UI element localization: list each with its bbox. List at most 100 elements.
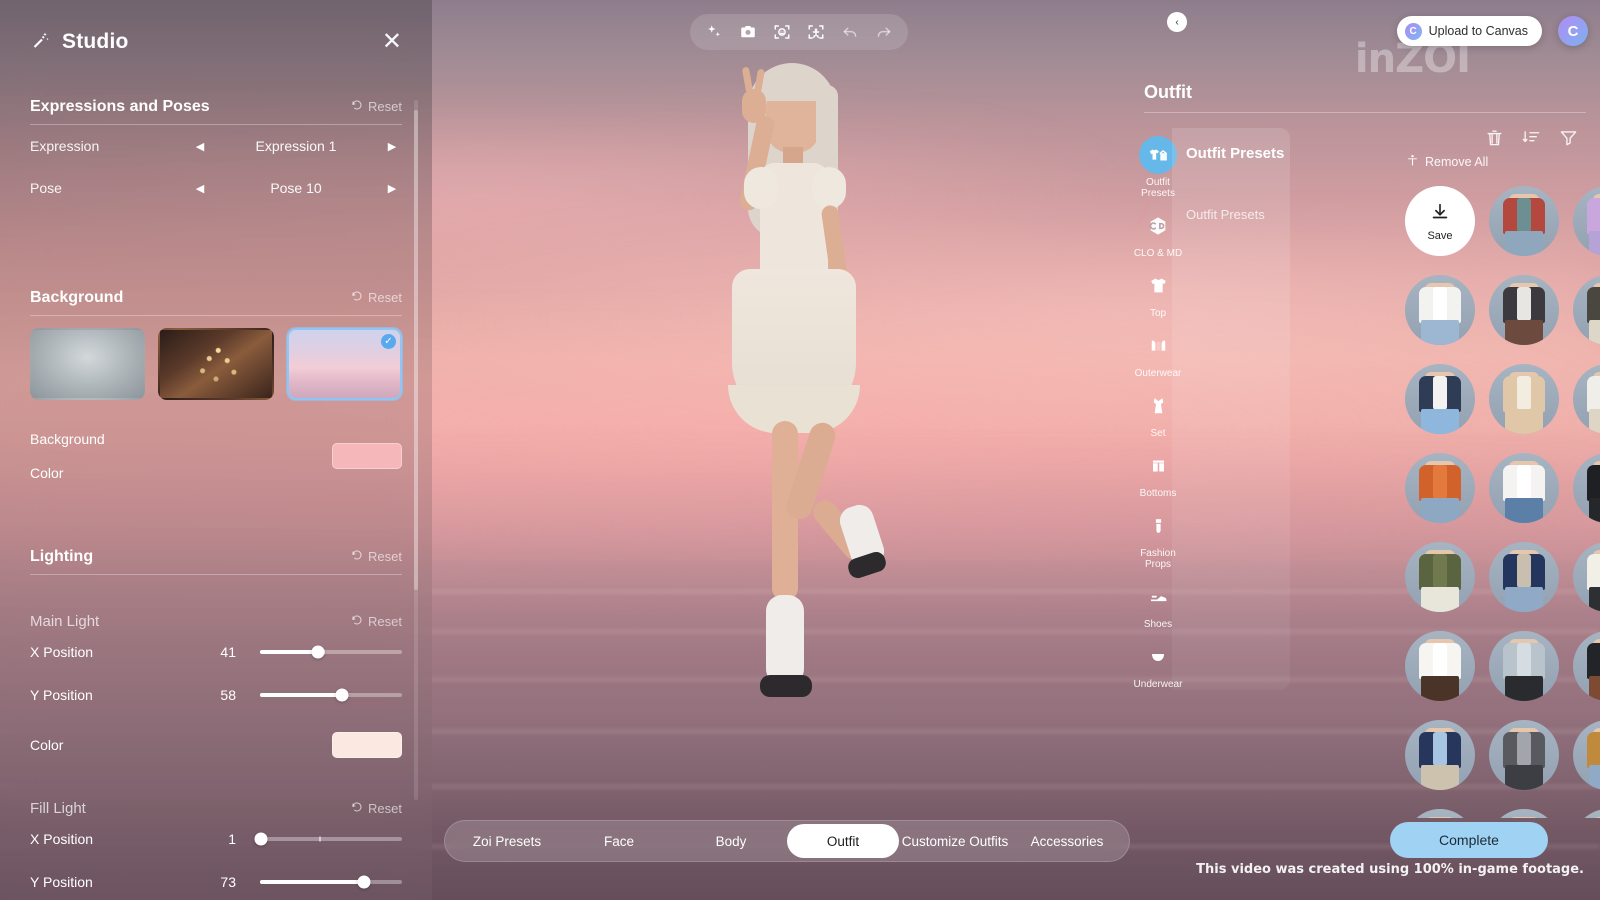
save-label: Save	[1427, 229, 1453, 242]
studio-header: Studio ✕	[0, 0, 432, 84]
outfit-grid-cell	[1482, 178, 1566, 264]
outfit-item-4[interactable]	[1405, 275, 1475, 345]
outfit-item-7[interactable]	[1405, 364, 1475, 434]
complete-button[interactable]: Complete	[1390, 822, 1548, 858]
outfit-grid-cell	[1482, 712, 1566, 798]
redo-icon[interactable]	[874, 22, 894, 42]
outfit-grid-cell	[1398, 801, 1482, 818]
reset-fill-light-button[interactable]: Reset	[351, 801, 402, 816]
background-color-label: Background	[30, 431, 105, 447]
reset-lighting-button[interactable]: Reset	[351, 549, 402, 564]
background-thumb-room[interactable]	[158, 328, 274, 400]
body-focus-icon[interactable]	[806, 22, 826, 42]
main-light-color-swatch[interactable]	[332, 732, 402, 758]
outfit-item-10[interactable]	[1405, 453, 1475, 523]
footnote-text: This video was created using 100% in-gam…	[1196, 862, 1584, 877]
outfit-subpanel-item[interactable]: Outfit Presets	[1186, 207, 1265, 222]
fill-light-x-slider[interactable]	[254, 832, 402, 845]
outfit-grid-cell	[1398, 712, 1482, 798]
outfit-item-5[interactable]	[1489, 275, 1559, 345]
scrollbar-thumb[interactable]	[414, 110, 418, 590]
filter-icon[interactable]	[1559, 128, 1578, 147]
outfit-item-14[interactable]	[1489, 542, 1559, 612]
expression-next-button[interactable]: ▶	[382, 140, 402, 153]
sort-icon[interactable]	[1522, 128, 1541, 147]
outfit-item-16[interactable]	[1405, 631, 1475, 701]
background-color-label-2: Color	[30, 465, 64, 481]
main-light-x-label: X Position	[30, 643, 94, 660]
outfit-grid-cell	[1398, 356, 1482, 442]
remove-all-button[interactable]: Remove All	[1406, 153, 1488, 171]
reset-icon	[351, 290, 363, 305]
outfit-item-17[interactable]	[1489, 631, 1559, 701]
main-light-y-slider[interactable]	[260, 688, 402, 701]
pose-prev-button[interactable]: ◀	[190, 182, 210, 195]
undo-icon[interactable]	[840, 22, 860, 42]
outfit-item-9[interactable]	[1573, 364, 1600, 434]
outfit-item-13[interactable]	[1405, 542, 1475, 612]
reset-main-light-button[interactable]: Reset	[351, 614, 402, 629]
outfit-grid-cell	[1398, 445, 1482, 531]
main-light-y-label: Y Position	[30, 686, 93, 703]
outfit-grid-cell	[1398, 267, 1482, 353]
outfit-item-18[interactable]	[1573, 631, 1600, 701]
outfit-item-11[interactable]	[1489, 453, 1559, 523]
tab-body[interactable]: Body	[675, 824, 787, 858]
outfit-grid-cell	[1482, 801, 1566, 818]
avatar-character[interactable]	[620, 55, 960, 815]
outfit-item-15[interactable]	[1573, 542, 1600, 612]
pose-next-button[interactable]: ▶	[382, 182, 402, 195]
close-icon[interactable]: ✕	[382, 30, 402, 54]
section-expressions-and-poses: Expressions and Poses Reset	[0, 98, 432, 116]
reset-icon	[351, 549, 363, 564]
reset-expressions-button[interactable]: Reset	[351, 99, 402, 114]
chevron-left-icon[interactable]: ‹	[1167, 12, 1187, 32]
outfit-item-20[interactable]	[1489, 720, 1559, 790]
outfit-grid-cell	[1566, 445, 1600, 531]
download-icon	[1429, 201, 1451, 228]
sidebar-item-label: Shoes	[1143, 619, 1173, 630]
face-focus-icon[interactable]	[772, 22, 792, 42]
tab-zoi-presets[interactable]: Zoi Presets	[451, 824, 563, 858]
save-outfit-button[interactable]: Save	[1405, 186, 1475, 256]
outfit-item-12[interactable]	[1573, 453, 1600, 523]
outfit-grid-cell	[1482, 534, 1566, 620]
camera-icon[interactable]	[738, 22, 758, 42]
reset-label: Reset	[368, 801, 402, 816]
outfit-item-23[interactable]	[1489, 809, 1559, 818]
outfit-item-3[interactable]	[1573, 186, 1600, 256]
outfit-panel: Outfit Outfit Presets CLO & MD Top Outer…	[1130, 0, 1600, 820]
background-color-swatch[interactable]	[332, 443, 402, 469]
outfit-item-6[interactable]	[1573, 275, 1600, 345]
divider	[1144, 112, 1586, 113]
main-light-y-value: 58	[220, 686, 236, 703]
outfit-item-21[interactable]	[1573, 720, 1600, 790]
tab-accessories[interactable]: Accessories	[1011, 824, 1123, 858]
studio-panel-scrollbar[interactable]	[414, 100, 418, 800]
bottom-tabbar: Zoi Presets Face Body Outfit Customize Outfi…	[444, 820, 1130, 862]
background-thumb-studio[interactable]	[30, 328, 146, 400]
outfit-item-19[interactable]	[1405, 720, 1475, 790]
outfit-item-2[interactable]	[1489, 186, 1559, 256]
reset-label: Reset	[368, 290, 402, 305]
outfit-item-22[interactable]	[1405, 809, 1475, 818]
fill-light-y-slider[interactable]	[260, 875, 402, 888]
selected-check-icon: ✓	[380, 334, 396, 349]
outfit-item-8[interactable]	[1489, 364, 1559, 434]
outfit-item-24[interactable]	[1573, 809, 1600, 818]
fill-light-x-label: X Position	[30, 830, 94, 847]
pose-value: Pose 10	[270, 180, 322, 196]
tab-face[interactable]: Face	[563, 824, 675, 858]
reset-background-button[interactable]: Reset	[351, 290, 402, 305]
main-light-x-slider[interactable]	[260, 645, 402, 658]
trash-icon[interactable]	[1485, 128, 1504, 147]
sparkle-icon[interactable]	[704, 22, 724, 42]
tab-customize-outfits[interactable]: Customize Outfits	[899, 824, 1011, 858]
expression-prev-button[interactable]: ◀	[190, 140, 210, 153]
expression-value: Expression 1	[255, 138, 337, 154]
app-root: Studio ✕ Expressions and Poses Reset Exp…	[0, 0, 1600, 900]
outfit-grid-cell	[1566, 623, 1600, 709]
main-light-x-value: 41	[220, 643, 236, 660]
tab-outfit[interactable]: Outfit	[787, 824, 899, 858]
background-thumb-sky[interactable]: ✓	[286, 328, 402, 400]
